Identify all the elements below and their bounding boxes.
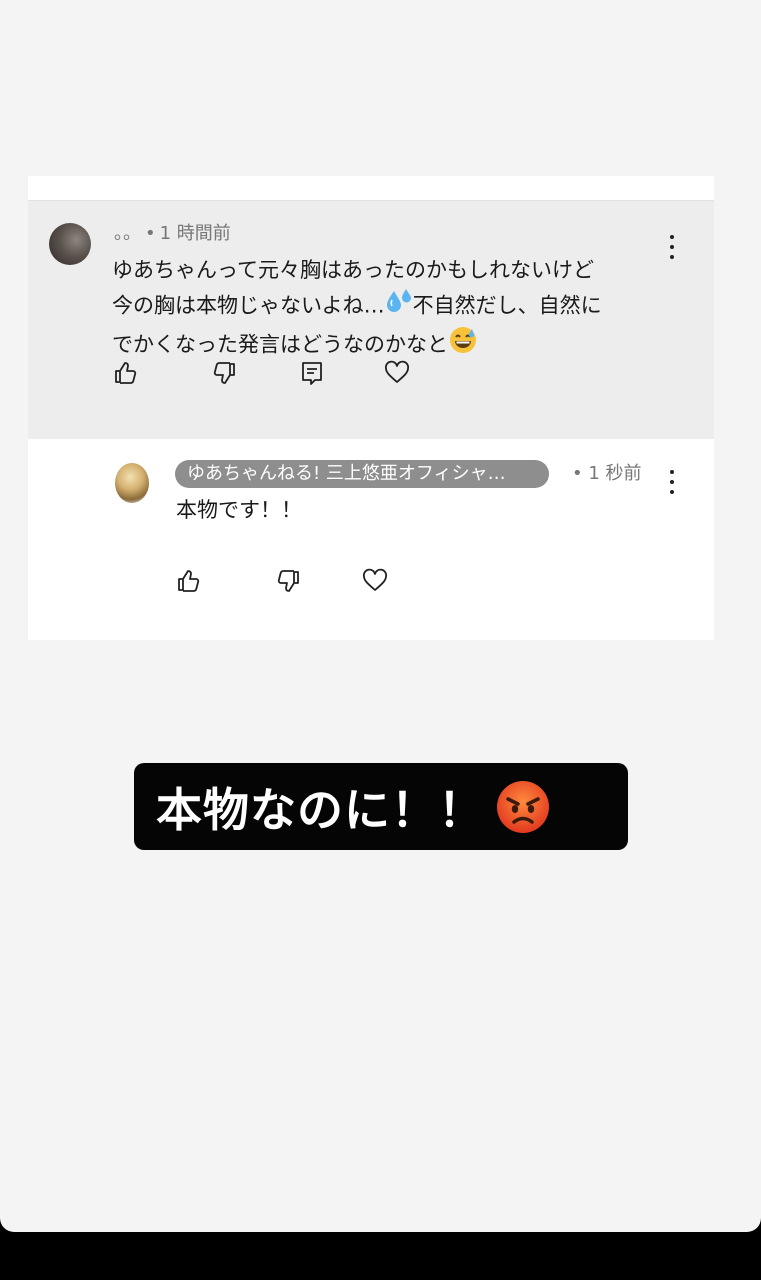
meta-separator: • — [145, 223, 156, 244]
reply-thumbs-down-icon[interactable] — [275, 568, 301, 594]
thumbs-up-icon-placeholder — [176, 731, 202, 757]
comment-line-3-text: でかくなった発言はどうなのかなと — [112, 332, 448, 357]
grinning-sweat-face-icon — [448, 325, 478, 366]
comment-line-1: ゆあちゃんって元々胸はあったのかもしれないけど — [112, 258, 594, 282]
comment-line-2a: 今の胸は本物じゃないよね… — [112, 293, 385, 318]
comment-icon[interactable] — [299, 360, 325, 386]
sweat-droplets-icon — [385, 288, 413, 325]
comment-card: 。。 • 1 時間前 ゆあちゃんって元々胸はあったのかもしれないけど 今の胸は本物じ… — [28, 176, 714, 640]
meta-separator: • — [572, 463, 589, 484]
comment: 。。 • 1 時間前 ゆあちゃんって元々胸はあったのかもしれないけど 今の胸は本物じ… — [28, 201, 714, 439]
angry-face-icon — [495, 779, 551, 835]
reply-heart-icon[interactable] — [362, 568, 388, 594]
channel-avatar[interactable] — [115, 463, 149, 503]
comment-text: ゆあちゃんって元々胸はあったのかもしれないけど 今の胸は本物じゃないよね… 不自然… — [112, 253, 672, 366]
thumbs-down-icon[interactable] — [211, 360, 237, 386]
comment-meta: 。。 • 1 時間前 — [114, 223, 231, 245]
reply: ゆあちゃんねる! 三上悠亜オフィシャ… • 1 秒前 本物です！！ — [28, 439, 714, 640]
reply-text: 本物です！！ — [176, 498, 302, 522]
comment-line-2: 今の胸は本物じゃないよね… 不自然だし、自然に — [112, 288, 672, 325]
caption-text: 本物なのに！！ — [156, 782, 485, 837]
more-options-icon[interactable] — [668, 470, 676, 494]
reply-time: 1 秒前 — [588, 463, 642, 484]
channel-owner-badge[interactable]: ゆあちゃんねる! 三上悠亜オフィシャ… — [175, 460, 549, 488]
avatar[interactable] — [49, 223, 91, 265]
reply-thumbs-up-icon[interactable] — [176, 568, 202, 594]
bottom-bar — [0, 1232, 761, 1280]
author-name[interactable]: 。。 — [114, 223, 141, 244]
thumbs-up-icon[interactable] — [113, 360, 139, 386]
heart-icon[interactable] — [384, 360, 410, 386]
comment-time: 1 時間前 — [159, 223, 231, 244]
card-top-strip — [28, 176, 714, 201]
reply-meta: • 1 秒前 — [572, 463, 642, 485]
story-caption: 本物なのに！！ — [134, 763, 628, 850]
comment-line-2b: 不自然だし、自然に — [412, 293, 602, 318]
story-screen: 。。 • 1 時間前 ゆあちゃんって元々胸はあったのかもしれないけど 今の胸は本物じ… — [0, 0, 761, 1232]
